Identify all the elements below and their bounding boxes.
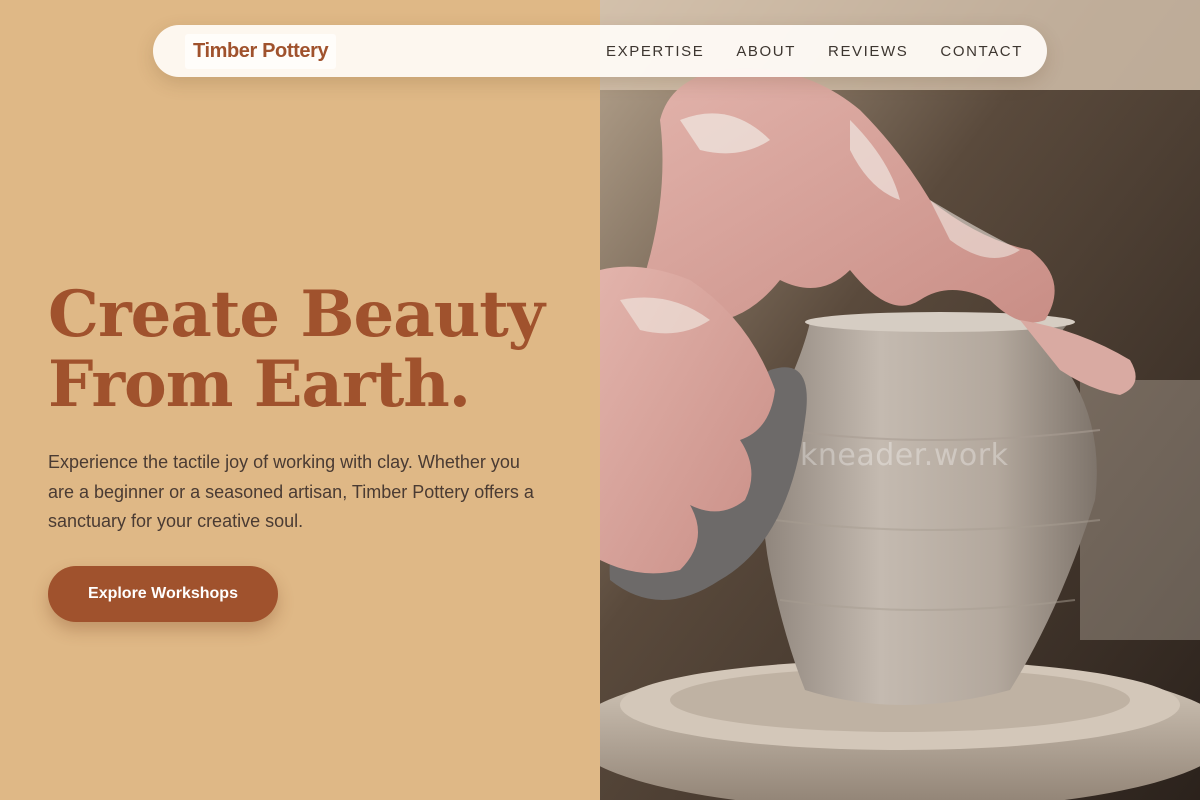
top-navbar: Timber Pottery EXPERTISE ABOUT REVIEWS C… — [153, 25, 1047, 77]
brand-logo[interactable]: Timber Pottery — [185, 33, 337, 69]
watermark-text: kneader.work — [800, 438, 1009, 473]
nav-link-reviews[interactable]: REVIEWS — [828, 43, 908, 60]
hero-description: Experience the tactile joy of working wi… — [48, 452, 534, 531]
nav-link-expertise[interactable]: EXPERTISE — [606, 43, 704, 60]
hero-headline: Create Beauty From Earth. — [48, 280, 588, 420]
hero-pottery-photo — [600, 0, 1200, 800]
hero-headline-line-2: From Earth. — [48, 347, 471, 422]
nav-link-contact[interactable]: CONTACT — [940, 43, 1023, 60]
hero-headline-line-1: Create Beauty — [48, 277, 545, 352]
nav-link-about[interactable]: ABOUT — [736, 43, 796, 60]
nav-links: EXPERTISE ABOUT REVIEWS CONTACT — [606, 43, 1023, 60]
explore-workshops-button[interactable]: Explore Workshops — [48, 566, 278, 622]
